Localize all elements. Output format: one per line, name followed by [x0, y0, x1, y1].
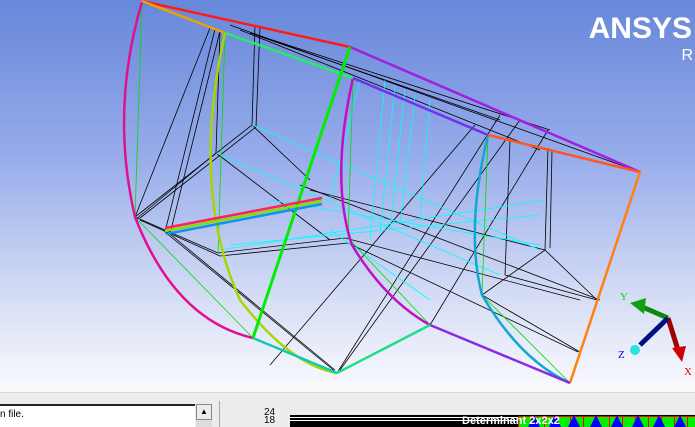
status-panel: n file. ▲ 24 18 Determinant 2x2x2 — [0, 392, 695, 427]
z-axis-label: Z — [618, 349, 625, 361]
metric-label: Determinant 2x2x2 — [462, 415, 560, 427]
x-axis-label: X — [684, 366, 692, 378]
histogram-axis: 24 18 — [264, 408, 276, 426]
x-axis-arrow — [665, 317, 681, 351]
mesh-metric-histogram: Determinant 2x2x2 — [290, 415, 695, 427]
y-axis-arrowhead — [630, 298, 646, 314]
axis-triad: Y X Z — [618, 291, 692, 378]
z-axis-arrow — [638, 316, 670, 347]
tick-bottom: 18 — [264, 415, 276, 426]
y-axis-label: Y — [620, 291, 628, 303]
panel-divider[interactable] — [219, 401, 220, 427]
z-axis-ball — [630, 345, 640, 355]
x-axis-arrowhead — [672, 346, 686, 362]
message-line: n file. — [0, 409, 24, 420]
graphics-viewport[interactable]: ANSYS R Y X Z — [0, 0, 695, 392]
message-log[interactable]: n file. — [0, 404, 195, 427]
scroll-up-button[interactable]: ▲ — [196, 404, 212, 420]
